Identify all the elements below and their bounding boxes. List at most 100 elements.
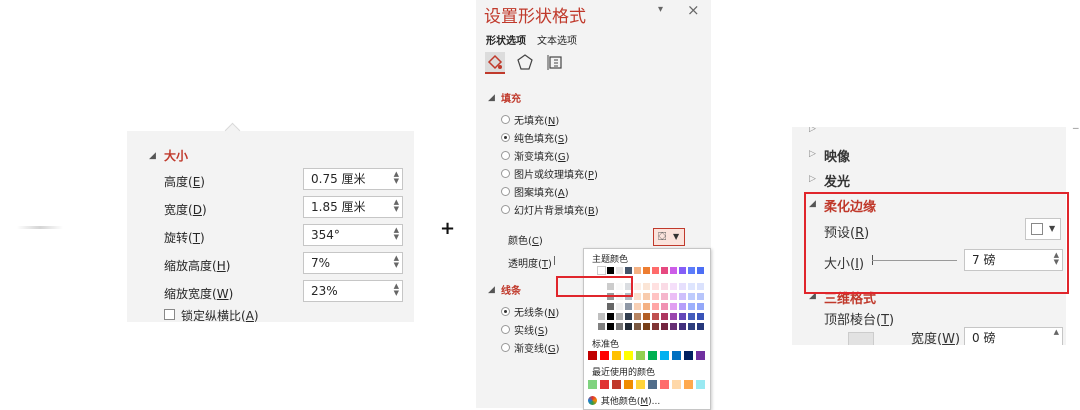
radio-no-line[interactable] [501,307,510,316]
theme-color-swatch[interactable] [670,323,677,330]
spinner-arrows-icon[interactable]: ▲ ▼ [394,283,399,297]
spinner-arrows-icon[interactable]: ▲ [1054,329,1059,336]
close-icon[interactable]: × [687,1,700,19]
theme-color-swatch[interactable] [688,303,695,310]
spinner-arrows-icon[interactable]: ▲ ▼ [394,255,399,269]
theme-color-swatch[interactable] [652,267,659,274]
theme-color-swatch[interactable] [634,267,641,274]
theme-color-swatch[interactable] [625,313,632,320]
theme-color-swatch[interactable] [679,267,686,274]
theme-color-swatch[interactable] [679,313,686,320]
color-swatch[interactable] [612,351,621,360]
fill-line-icon[interactable] [485,52,505,74]
height-input[interactable]: 0.75 厘米 ▲ ▼ [303,168,403,190]
color-swatch[interactable] [624,351,633,360]
expand-triangle-icon[interactable]: ▷ [809,174,816,184]
theme-color-swatch[interactable] [597,266,606,275]
theme-color-swatch[interactable] [652,323,659,330]
gradient-line-label[interactable]: 渐变线(G) [514,340,560,355]
rotation-input[interactable]: 354° ▲ ▼ [303,224,403,246]
collapse-triangle-icon[interactable]: ◢ [149,151,156,161]
lock-aspect-label[interactable]: 锁定纵横比(A) [181,307,259,324]
theme-color-swatch[interactable] [634,293,641,300]
width-input[interactable]: 1.85 厘米 ▲ ▼ [303,196,403,218]
size-properties-icon[interactable] [545,52,565,72]
expand-triangle-icon[interactable]: ▷ [809,127,816,134]
radio-no-fill[interactable] [501,115,510,124]
no-fill-label[interactable]: 无填充(N) [514,112,559,127]
theme-color-swatch[interactable] [697,313,704,320]
theme-color-swatch[interactable] [652,293,659,300]
theme-color-swatch[interactable] [643,283,650,290]
radio-gradient-line[interactable] [501,343,510,352]
color-swatch[interactable] [684,351,693,360]
theme-color-swatch[interactable] [625,267,632,274]
radio-picture-fill[interactable] [501,169,510,178]
theme-color-swatch[interactable] [661,267,668,274]
theme-color-swatch[interactable] [634,313,641,320]
theme-color-swatch[interactable] [598,323,605,330]
theme-color-swatch[interactable] [643,313,650,320]
color-swatch[interactable] [588,380,597,389]
pattern-fill-label[interactable]: 图案填充(A) [514,184,569,199]
expand-triangle-icon[interactable]: ▷ [809,149,816,159]
tab-shape-options[interactable]: 形状选项 [486,32,526,47]
theme-color-swatch[interactable] [697,303,704,310]
theme-color-swatch[interactable] [697,283,704,290]
lock-aspect-checkbox[interactable] [164,309,175,320]
theme-color-swatch[interactable] [643,303,650,310]
reflection-heading[interactable]: 映像 [824,146,850,165]
color-swatch[interactable] [696,380,705,389]
transparency-slider[interactable] [554,256,555,265]
theme-color-swatch[interactable] [661,323,668,330]
solid-line-label[interactable]: 实线(S) [514,322,548,337]
theme-color-swatch[interactable] [616,267,623,274]
theme-color-swatch[interactable] [697,267,704,274]
radio-background-fill[interactable] [501,205,510,214]
color-swatch[interactable] [636,351,645,360]
theme-color-swatch[interactable] [688,283,695,290]
color-swatch[interactable] [696,351,705,360]
theme-color-swatch[interactable] [616,323,623,330]
color-swatch[interactable] [672,351,681,360]
theme-color-swatch[interactable] [688,293,695,300]
theme-color-swatch[interactable] [679,303,686,310]
radio-solid-line[interactable] [501,325,510,334]
no-line-label[interactable]: 无线条(N) [514,304,559,319]
collapse-triangle-icon[interactable]: ◢ [488,285,495,295]
theme-color-swatch[interactable] [697,323,704,330]
gradient-fill-label[interactable]: 渐变填充(G) [514,148,570,163]
color-swatch[interactable] [600,351,609,360]
theme-color-swatch[interactable] [607,303,614,310]
fill-section-heading[interactable]: 填充 [501,90,521,105]
color-swatch[interactable] [648,351,657,360]
theme-color-swatch[interactable] [616,303,623,310]
collapse-triangle-icon[interactable]: ◢ [488,93,495,103]
section-size-heading[interactable]: 大小 [164,147,188,164]
theme-color-swatch[interactable] [598,313,605,320]
theme-color-swatch[interactable] [661,303,668,310]
bevel-width-input[interactable]: 0 磅 ▲ [964,327,1063,345]
color-swatch[interactable] [660,351,669,360]
solid-fill-label[interactable]: 纯色填充(S) [514,130,568,145]
spinner-arrows-icon[interactable]: ▲ ▼ [394,227,399,241]
color-swatch[interactable] [588,351,597,360]
bevel-preview-button[interactable] [848,332,874,345]
color-swatch[interactable] [648,380,657,389]
theme-color-swatch[interactable] [661,293,668,300]
theme-color-swatch[interactable] [670,313,677,320]
radio-solid-fill[interactable] [501,133,510,142]
theme-color-swatch[interactable] [670,293,677,300]
scale-height-input[interactable]: 7% ▲ ▼ [303,252,403,274]
theme-color-swatch[interactable] [670,303,677,310]
color-swatch[interactable] [672,380,681,389]
effects-pentagon-icon[interactable] [515,52,535,72]
theme-color-swatch[interactable] [688,267,695,274]
theme-color-swatch[interactable] [607,323,614,330]
theme-color-swatch[interactable] [679,323,686,330]
color-swatch[interactable] [684,380,693,389]
radio-pattern-fill[interactable] [501,187,510,196]
theme-color-swatch[interactable] [634,303,641,310]
color-swatch[interactable] [636,380,645,389]
theme-color-swatch[interactable] [688,323,695,330]
